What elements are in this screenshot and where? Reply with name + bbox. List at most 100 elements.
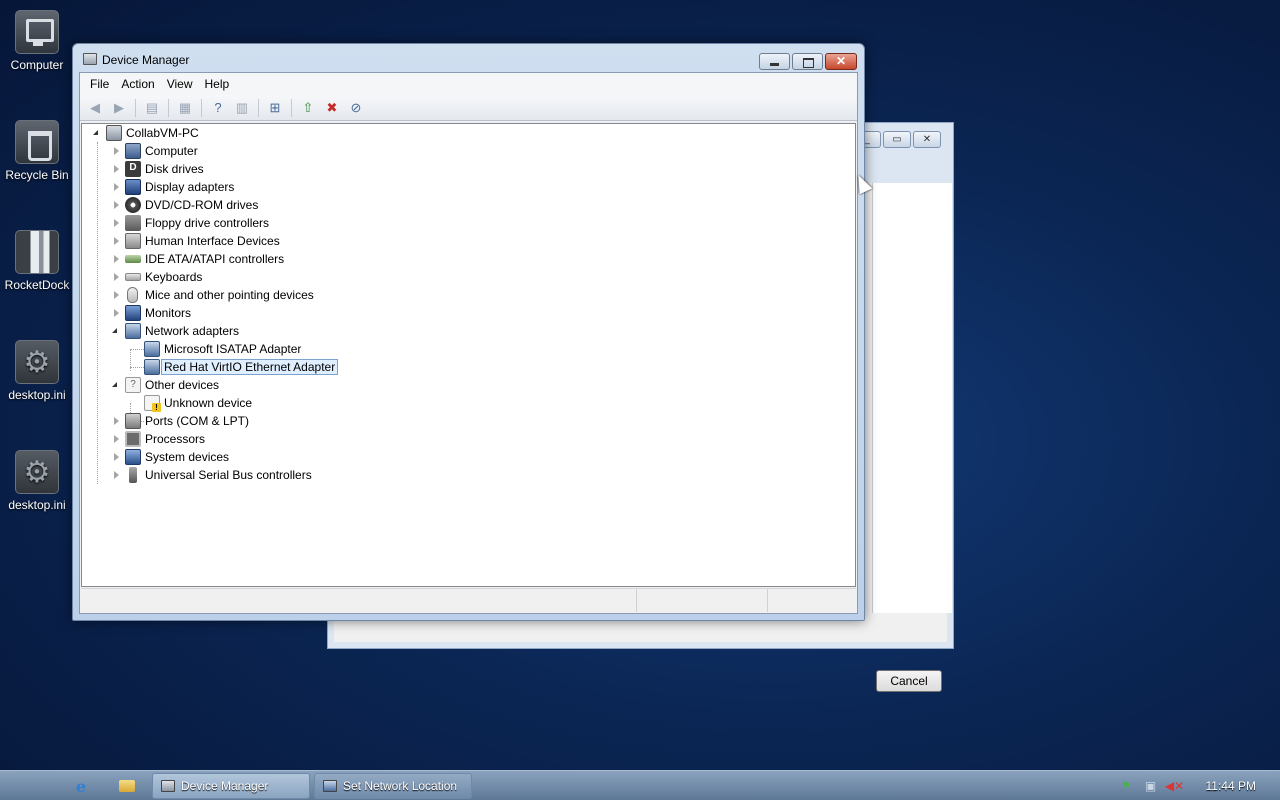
hid-icon [125,233,141,249]
tree-item-hid[interactable]: Human Interface Devices [111,232,280,250]
menu-action[interactable]: Action [115,73,160,95]
cancel-button[interactable]: Cancel [876,670,942,692]
desktop-icon-label: RocketDock [4,278,70,292]
tree-item-label: Ports (COM & LPT) [145,414,250,428]
device-manager-window[interactable]: Device Manager ✕ File Action View Help ◀… [72,43,865,621]
collapse-arrow-icon[interactable] [111,376,121,394]
title-bar[interactable]: Device Manager ✕ [73,44,864,72]
tree-item-monitors[interactable]: Monitors [111,304,191,322]
rocketdock-icon [15,230,59,274]
toolbar-separator [258,98,259,117]
toolbar-separator [135,98,136,117]
close-button[interactable]: ✕ [825,53,857,70]
collapse-arrow-icon[interactable] [111,322,121,340]
tree-item-label: Disk drives [145,162,204,176]
internet-explorer-icon[interactable]: e [70,775,92,797]
menu-view[interactable]: View [161,73,199,95]
tree-item-label: Display adapters [145,180,235,194]
folder-icon[interactable] [116,775,138,797]
desktop-icon-desktop-ini-2[interactable]: desktop.ini [0,450,74,512]
tree-item-dvd-drives[interactable]: DVD/CD-ROM drives [111,196,258,214]
maximize-button[interactable]: ▭ [883,131,911,148]
expand-arrow-icon[interactable] [111,412,121,430]
taskbar: e Device Manager Set Network Location ⚑ … [0,770,1280,800]
taskbar-button-set-network-location[interactable]: Set Network Location [314,773,472,799]
update-driver-icon[interactable]: ⇧ [297,98,319,118]
display-adapter-icon [125,179,141,195]
desktop-icon-computer[interactable]: Computer [0,10,74,72]
system-tray: ⚑ ▣ ◀✕ 11:44 PM [1120,771,1280,800]
menu-help[interactable]: Help [199,73,236,95]
desktop-icon-desktop-ini[interactable]: desktop.ini [0,340,74,402]
network-status-icon[interactable]: ▣ [1144,779,1158,793]
forward-icon[interactable]: ▶ [108,98,130,118]
tree-item-unknown-device[interactable]: Unknown device [144,394,252,412]
expand-arrow-icon[interactable] [111,268,121,286]
help-icon[interactable]: ? [207,98,229,118]
expand-arrow-icon[interactable] [111,466,121,484]
expand-arrow-icon[interactable] [111,232,121,250]
back-icon[interactable]: ◀ [84,98,106,118]
system-device-icon [125,449,141,465]
expand-arrow-icon[interactable] [111,178,121,196]
desktop-icon-rocketdock[interactable]: RocketDock [0,230,74,292]
tree-item-mice[interactable]: Mice and other pointing devices [111,286,314,304]
tree-item-ide-controllers[interactable]: IDE ATA/ATAPI controllers [111,250,284,268]
network-icon [323,780,337,792]
tree-item-label: Computer [145,144,198,158]
tree-item-system-devices[interactable]: System devices [111,448,229,466]
minimize-button[interactable] [759,53,790,70]
tree-item-label: Microsoft ISATAP Adapter [164,342,302,356]
collapse-arrow-icon[interactable] [92,124,102,142]
tree-item-ports[interactable]: Ports (COM & LPT) [111,412,249,430]
expand-arrow-icon[interactable] [111,286,121,304]
tree-item-processors[interactable]: Processors [111,430,205,448]
tree-connector [130,367,144,368]
menu-file[interactable]: File [84,73,115,95]
expand-arrow-icon[interactable] [111,430,121,448]
start-button[interactable] [0,771,60,800]
tree-item-label-selected: Red Hat VirtIO Ethernet Adapter [161,359,339,375]
properties-icon[interactable]: ▦ [174,98,196,118]
tree-item-floppy-controllers[interactable]: Floppy drive controllers [111,214,269,232]
tree-item-usb-controllers[interactable]: Universal Serial Bus controllers [111,466,312,484]
tree-root[interactable]: CollabVM-PC [92,124,199,142]
device-tree[interactable]: CollabVM-PC Computer D Disk drives Displ… [81,123,856,587]
desktop-icon-label: desktop.ini [8,388,66,402]
disable-icon[interactable]: ⊘ [345,98,367,118]
toolbar-separator [201,98,202,117]
tree-item-network-adapters[interactable]: Network adapters [111,322,239,340]
action-center-icon[interactable]: ⚑ [1120,779,1134,793]
volume-muted-icon[interactable]: ◀✕ [1165,779,1184,793]
desktop-icon-recycle-bin[interactable]: Recycle Bin [0,120,74,182]
tree-item-disk-drives[interactable]: D Disk drives [111,160,204,178]
tree-item-isatap-adapter[interactable]: Microsoft ISATAP Adapter [144,340,301,358]
tree-item-label: System devices [145,450,230,464]
clock[interactable]: 11:44 PM [1206,779,1256,793]
expand-arrow-icon[interactable] [111,250,121,268]
scan-hardware-icon[interactable]: ⊞ [264,98,286,118]
dvd-icon [125,197,141,213]
close-button[interactable]: ✕ [913,131,941,148]
expand-arrow-icon[interactable] [111,304,121,322]
tree-item-virtio-adapter[interactable]: Red Hat VirtIO Ethernet Adapter [144,358,339,376]
network-adapter-icon [144,341,160,357]
expand-arrow-icon[interactable] [111,142,121,160]
expand-arrow-icon[interactable] [111,196,121,214]
port-icon [125,413,141,429]
expand-arrow-icon[interactable] [111,160,121,178]
expand-arrow-icon[interactable] [111,448,121,466]
other-devices-icon: ? [125,377,141,393]
maximize-button[interactable] [792,53,823,70]
uninstall-icon[interactable]: ✖ [321,98,343,118]
tree-item-label: Mice and other pointing devices [145,288,314,302]
tree-item-other-devices[interactable]: ? Other devices [111,376,219,394]
tree-item-keyboards[interactable]: Keyboards [111,268,202,286]
expand-arrow-icon[interactable] [111,214,121,232]
taskbar-button-device-manager[interactable]: Device Manager [152,773,310,799]
tree-item-display-adapters[interactable]: Display adapters [111,178,234,196]
console-tree-icon[interactable]: ▥ [231,98,253,118]
tree-root-label: CollabVM-PC [126,126,199,140]
show-hide-tree-icon[interactable]: ▤ [141,98,163,118]
tree-item-computer[interactable]: Computer [111,142,198,160]
